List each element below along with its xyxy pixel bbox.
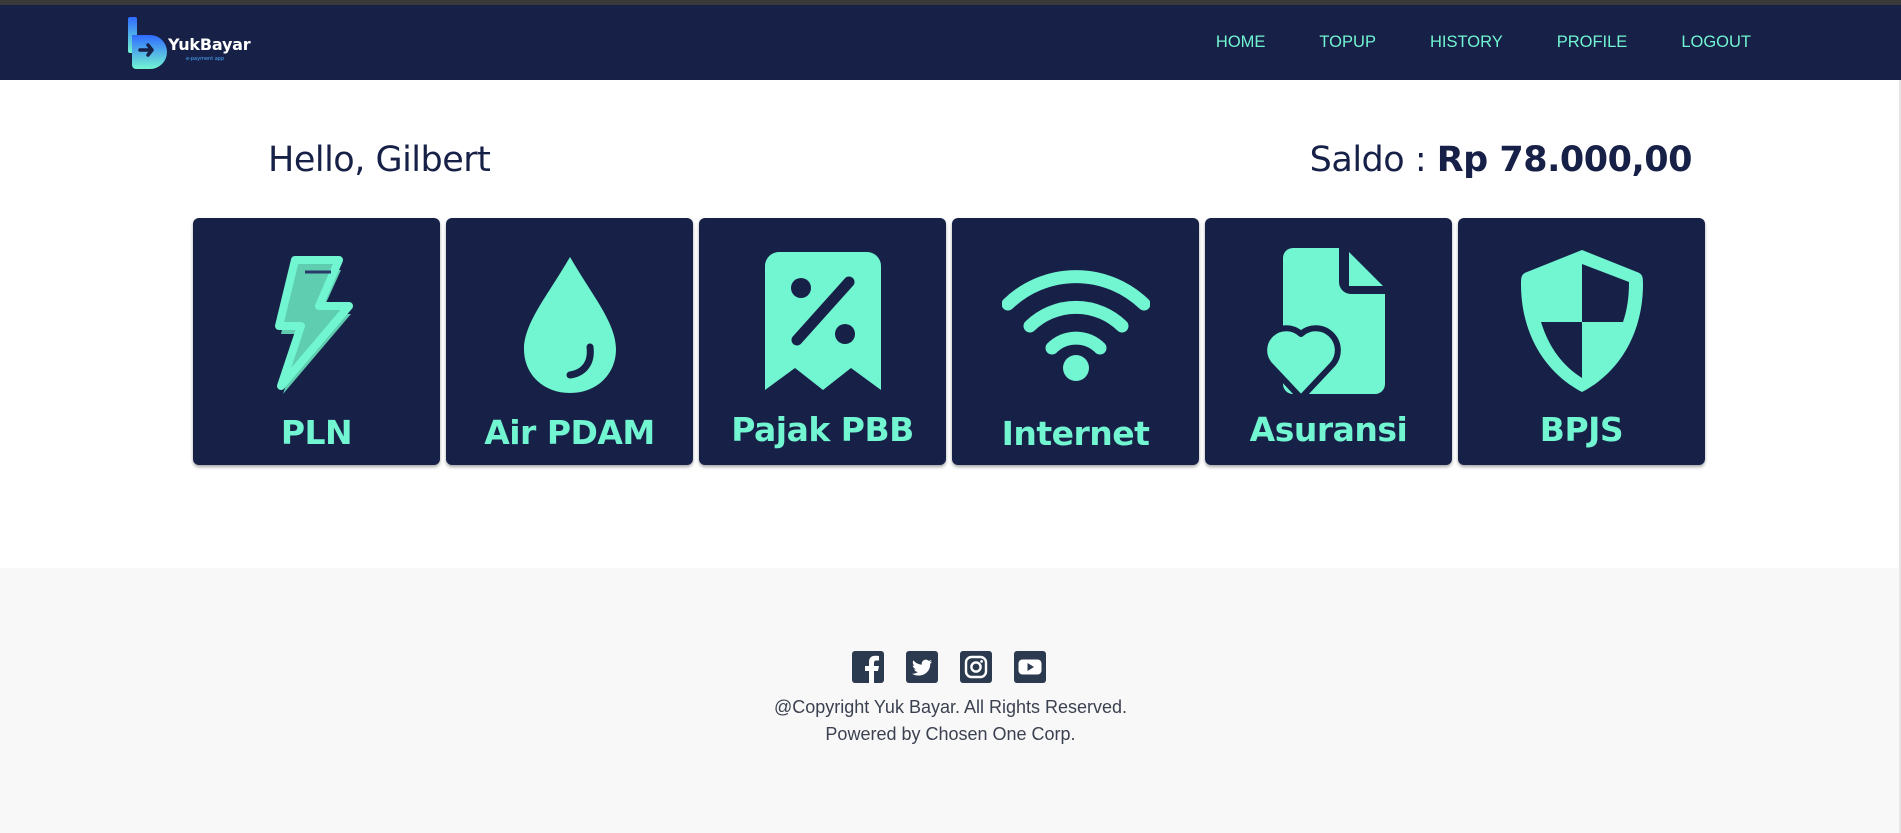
service-label: Internet [1001,414,1150,453]
nav-history[interactable]: HISTORY [1430,33,1503,52]
shield-icon [1521,250,1643,392]
b-arrow-logo-icon [128,17,167,69]
brand-tagline: e-payment app [186,56,225,62]
service-label: Air PDAM [484,413,655,452]
copyright-text: @Copyright Yuk Bayar. All Rights Reserve… [773,697,1128,717]
wifi-icon [1002,270,1150,381]
brand-logo[interactable]: YukBayar e-payment app [128,17,258,71]
nav-profile[interactable]: PROFILE [1557,33,1628,52]
service-card-pdam[interactable]: Air PDAM [446,218,693,465]
service-card-internet[interactable]: Internet [952,218,1199,465]
service-cards: PLN Air PDAM Pajak PBB Internet Asuransi… [193,218,1705,465]
service-card-bpjs[interactable]: BPJS [1458,218,1705,465]
service-label: BPJS [1539,410,1624,449]
nav-topup[interactable]: TOPUP [1319,33,1376,52]
service-label: PLN [280,413,353,452]
insurance-document-heart-icon [1261,248,1385,398]
greeting-text: Hello, Gilbert [268,140,491,180]
service-card-asuransi[interactable]: Asuransi [1205,218,1452,465]
balance-label: Saldo : [1309,140,1437,180]
service-label: Asuransi [1249,410,1408,449]
facebook-icon[interactable] [852,651,884,683]
balance-amount: Rp 78.000,00 [1436,140,1693,180]
instagram-icon[interactable] [960,651,992,683]
twitter-icon[interactable] [906,651,938,683]
nav-logout[interactable]: LOGOUT [1681,33,1751,52]
tax-receipt-icon [765,252,881,390]
balance: Saldo : Rp 78.000,00 [1309,140,1693,180]
brand-name: YukBayar [168,35,251,54]
nav-home[interactable]: HOME [1216,33,1266,52]
lightning-icon [275,256,353,394]
navbar: YukBayar e-payment app HOME TOPUP HISTOR… [0,5,1901,80]
nav-links: HOME TOPUP HISTORY PROFILE LOGOUT [1162,5,1751,80]
service-label: Pajak PBB [731,410,914,449]
service-card-pbb[interactable]: Pajak PBB [699,218,946,465]
youtube-icon[interactable] [1014,651,1046,683]
service-card-pln[interactable]: PLN [193,218,440,465]
social-links [852,651,1046,683]
powered-by-text: Powered by Chosen One Corp. [825,724,1076,744]
water-drop-icon [524,257,616,393]
footer: @Copyright Yuk Bayar. All Rights Reserve… [0,568,1901,833]
